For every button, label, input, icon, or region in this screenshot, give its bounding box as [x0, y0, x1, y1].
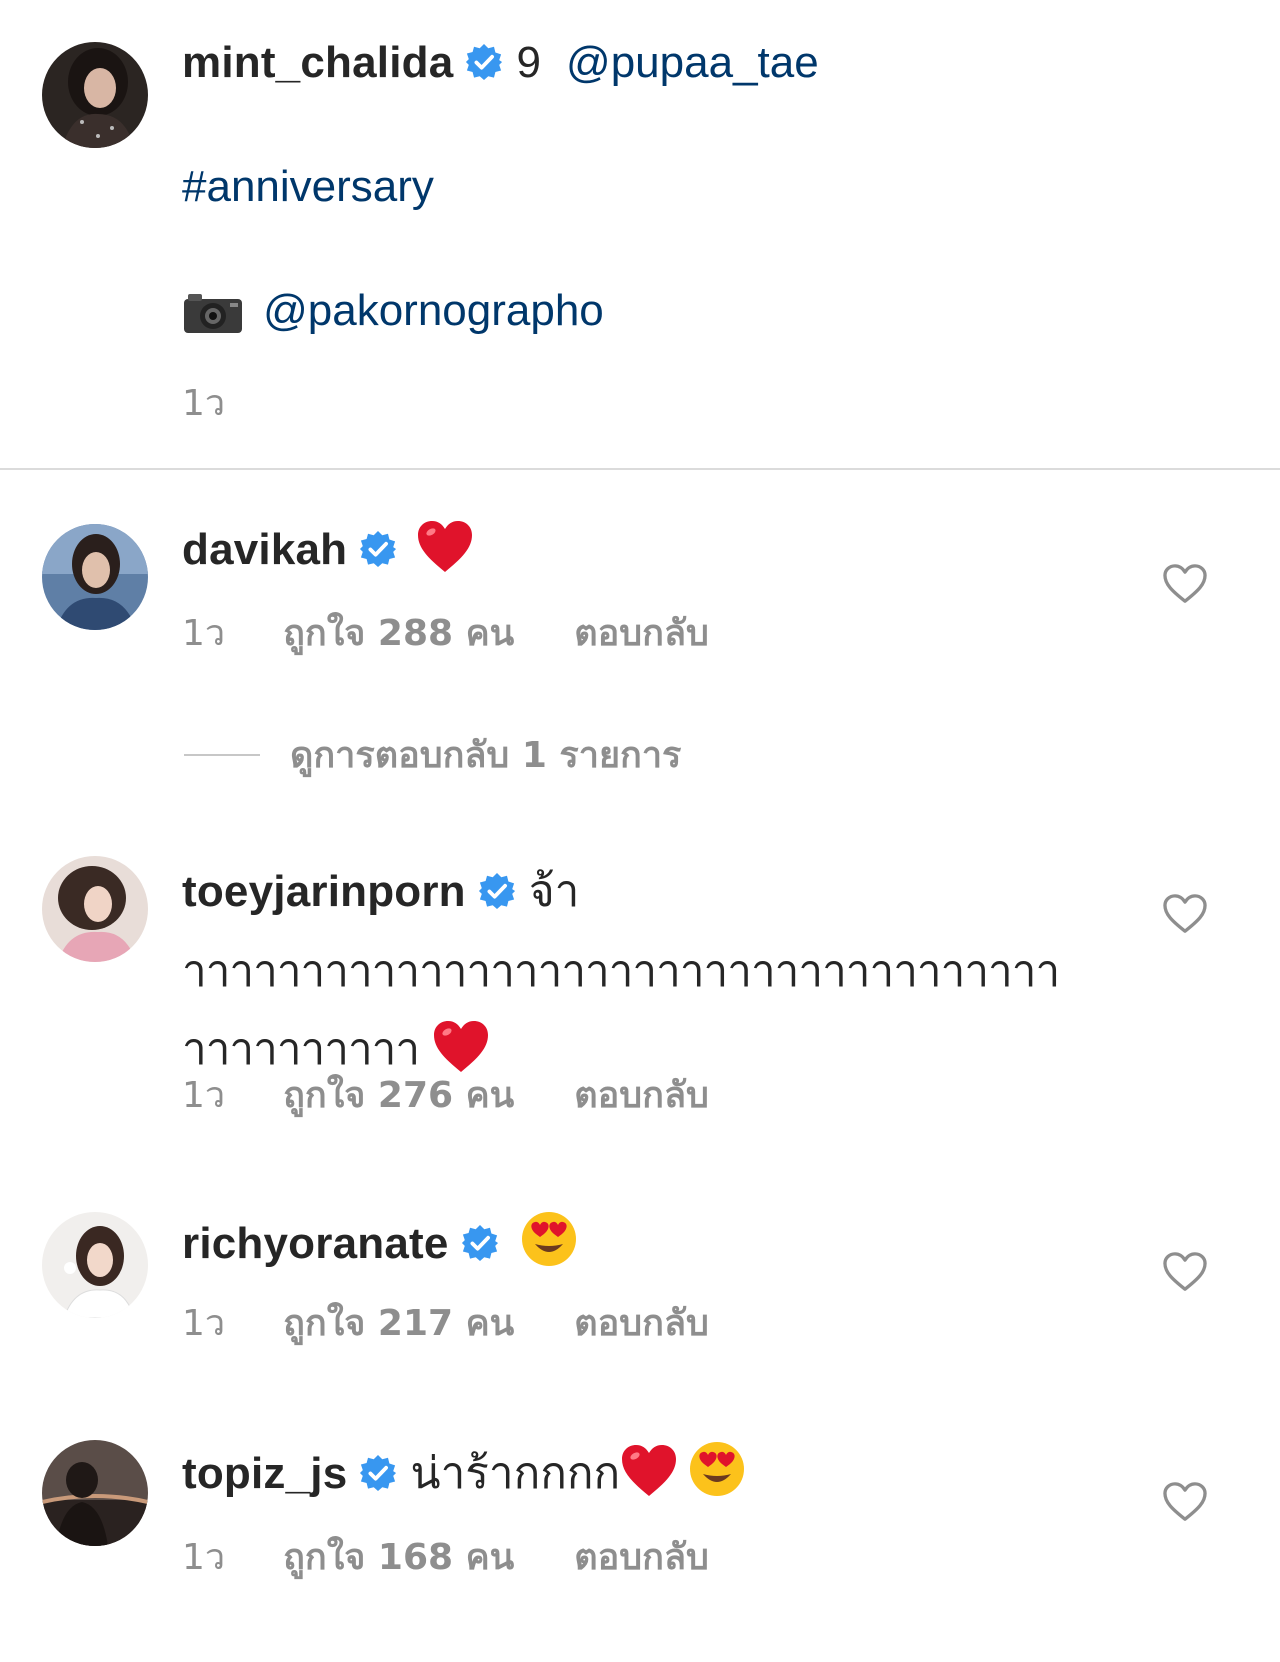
photographer-link[interactable]: @pakornographo — [263, 286, 604, 335]
comment-username[interactable]: topiz_js — [182, 1449, 347, 1498]
comment-text: จ้า — [528, 867, 580, 916]
comment-username[interactable]: toeyjarinporn — [182, 867, 466, 916]
caption-time: 1ว — [182, 383, 226, 424]
comment-time: 1ว — [182, 1075, 226, 1116]
caption-line-3: @pakornographo — [182, 286, 604, 336]
reply-button[interactable]: ตอบกลับ — [574, 1294, 709, 1351]
reply-button[interactable]: ตอบกลับ — [574, 604, 709, 661]
comment-1-meta: 1ว ถูกใจ 288 คน ตอบกลับ — [182, 604, 709, 661]
comment-likes-link[interactable]: ถูกใจ 217 คน — [283, 1294, 514, 1351]
avatar-topiz-js[interactable] — [42, 1440, 148, 1546]
comment-4-line: topiz_js น่าร้ากกกก — [182, 1438, 746, 1508]
caption-text-prefix: 9 — [516, 38, 541, 87]
comment-4-meta: 1ว ถูกใจ 168 คน ตอบกลับ — [182, 1528, 709, 1585]
like-heart-icon[interactable] — [1162, 563, 1208, 605]
comment-2-body: toeyjarinporn จ้า าาาาาาาาาาาาาาาาาาาาาา… — [182, 856, 1122, 1084]
comment-likes-link[interactable]: ถูกใจ 288 คน — [283, 604, 514, 661]
comments-screen: mint_chalida 9 @pupaa_tae #anniversary @… — [0, 0, 1280, 1662]
view-replies-button[interactable]: ดูการตอบกลับ 1 รายการ — [184, 726, 681, 776]
comment-2-meta: 1ว ถูกใจ 276 คน ตอบกลับ — [182, 1066, 709, 1123]
comment-time: 1ว — [182, 613, 226, 654]
like-heart-icon[interactable] — [1162, 893, 1208, 935]
comment-3-line: richyoranate — [182, 1210, 578, 1269]
avatar-toeyjarinporn[interactable] — [42, 856, 148, 962]
comment-username[interactable]: davikah — [182, 525, 347, 574]
comment-3-meta: 1ว ถูกใจ 217 คน ตอบกลับ — [182, 1294, 709, 1351]
camera-icon — [182, 291, 244, 335]
red-heart-emoji-icon — [416, 520, 474, 574]
verified-badge-icon — [461, 1224, 499, 1262]
hashtag-link[interactable]: #anniversary — [182, 162, 434, 211]
verified-badge-icon — [465, 43, 503, 81]
view-replies-line — [184, 753, 260, 756]
divider — [0, 468, 1280, 470]
view-replies-label: ดูการตอบกลับ 1 รายการ — [290, 735, 682, 776]
heart-eyes-emoji-icon — [688, 1440, 746, 1498]
caption-line-2: #anniversary — [182, 162, 434, 212]
avatar-mint-chalida[interactable] — [42, 42, 148, 148]
verified-badge-icon — [478, 872, 516, 910]
comment-text-continued: าาาาาาาาาาาาาาาาาาาาาาาาาาาาาาาาาาาาา — [182, 947, 1060, 996]
verified-badge-icon — [359, 1454, 397, 1492]
comment-text: น่าร้ากกกก — [410, 1449, 621, 1498]
heart-eyes-emoji-icon — [520, 1210, 578, 1268]
caption-meta: 1ว — [182, 374, 225, 431]
comment-likes-link[interactable]: ถูกใจ 276 คน — [283, 1066, 514, 1123]
caption-username[interactable]: mint_chalida — [182, 38, 453, 87]
like-heart-icon[interactable] — [1162, 1481, 1208, 1523]
like-heart-icon[interactable] — [1162, 1251, 1208, 1293]
caption-line-1: mint_chalida 9 @pupaa_tae — [182, 38, 819, 88]
comment-likes-link[interactable]: ถูกใจ 168 คน — [283, 1528, 514, 1585]
avatar-richyoranate[interactable] — [42, 1212, 148, 1318]
avatar-davikah[interactable] — [42, 524, 148, 630]
mention-link[interactable]: @pupaa_tae — [566, 38, 819, 87]
verified-badge-icon — [359, 530, 397, 568]
comment-time: 1ว — [182, 1537, 226, 1578]
comment-time: 1ว — [182, 1303, 226, 1344]
reply-button[interactable]: ตอบกลับ — [574, 1528, 709, 1585]
red-heart-emoji-icon — [620, 1444, 678, 1498]
reply-button[interactable]: ตอบกลับ — [574, 1066, 709, 1123]
comment-username[interactable]: richyoranate — [182, 1219, 449, 1268]
comment-1-line: davikah — [182, 520, 474, 575]
